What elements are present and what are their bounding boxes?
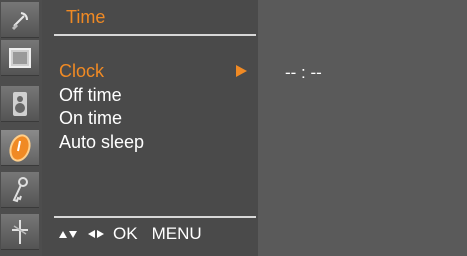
speaker-icon[interactable] [1, 86, 39, 122]
picture-icon[interactable] [1, 40, 39, 76]
ok-hint: OK [113, 224, 138, 243]
osd-sidebar [0, 0, 42, 256]
menu-title: Time [66, 7, 106, 27]
menu-item-auto-sleep[interactable]: Auto sleep [59, 131, 144, 153]
title-divider [54, 34, 256, 36]
key-icon[interactable] [1, 172, 39, 208]
menu-item-on-time[interactable]: On time [59, 107, 122, 129]
footer-hints: OK MENU [59, 224, 202, 244]
antenna-icon[interactable] [1, 214, 39, 250]
submenu-arrow-icon [236, 65, 247, 77]
menu-panel: Time Clock Off time On time Auto sleep O… [42, 0, 258, 256]
menu-hint: MENU [151, 224, 202, 243]
clock-icon[interactable] [1, 130, 39, 166]
satellite-icon[interactable] [1, 2, 39, 38]
left-right-icon [88, 230, 104, 238]
menu-item-clock[interactable]: Clock [59, 60, 104, 82]
clock-value: -- : -- [285, 63, 322, 82]
menu-item-off-time[interactable]: Off time [59, 84, 122, 106]
up-down-icon [59, 230, 77, 238]
footer-divider [54, 216, 256, 218]
